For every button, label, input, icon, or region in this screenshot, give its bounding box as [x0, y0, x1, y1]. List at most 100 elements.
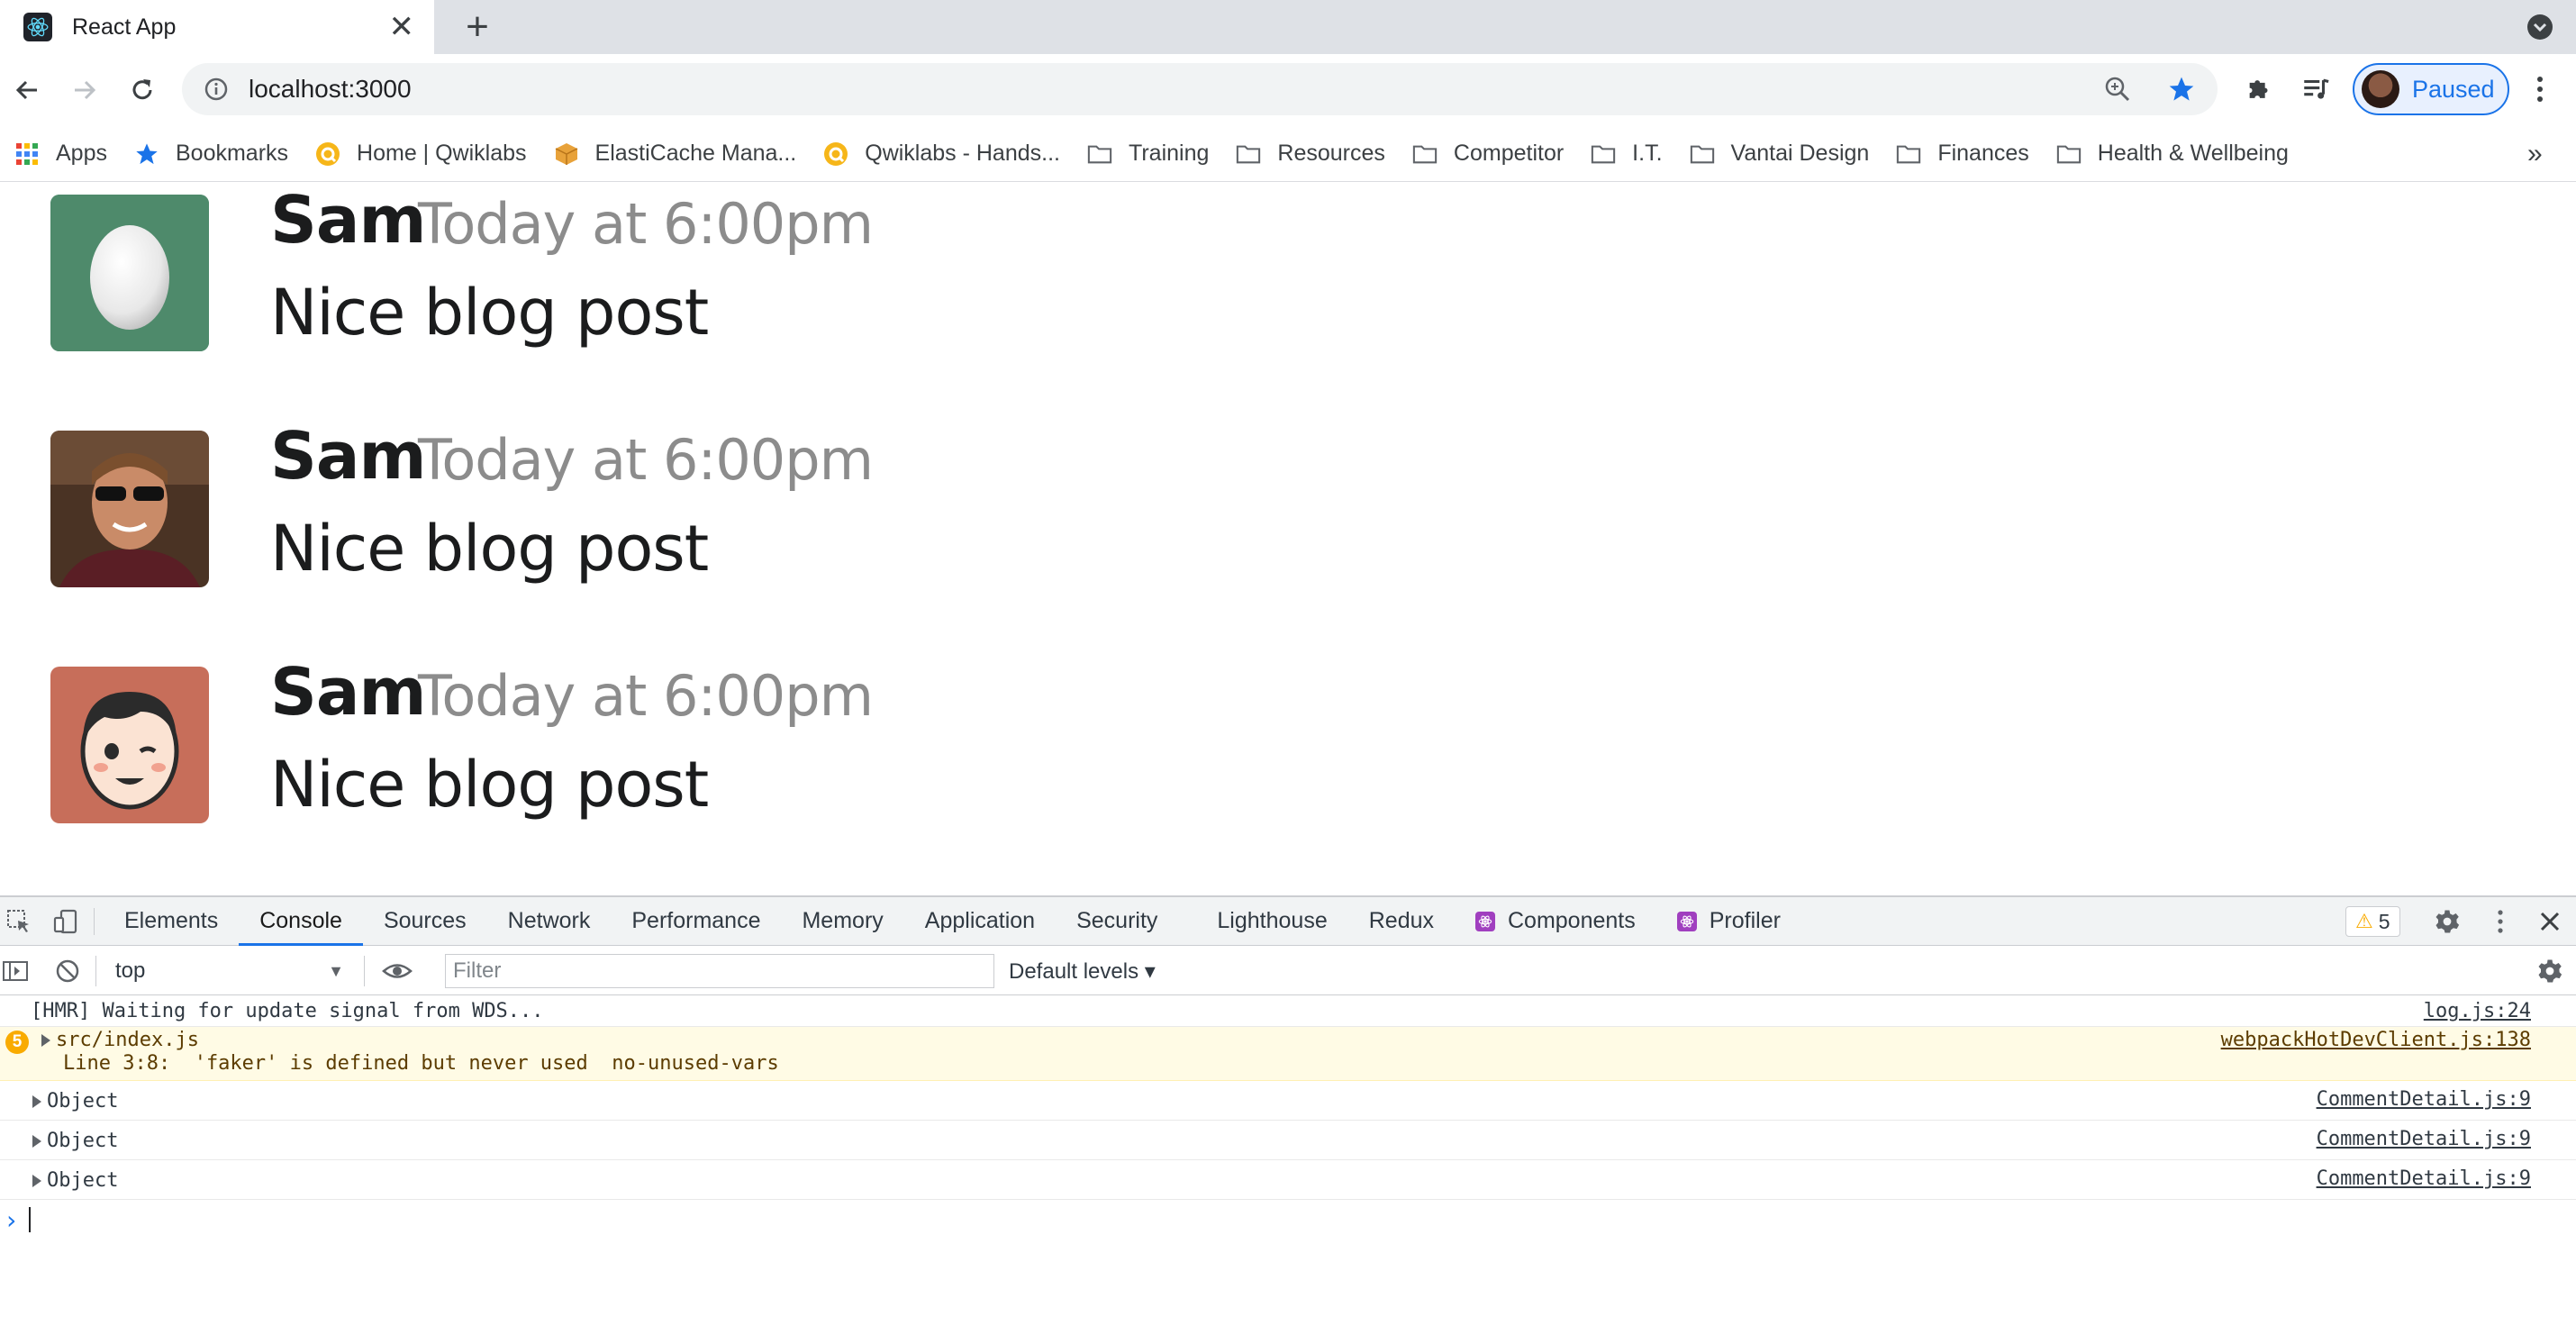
tab-memory[interactable]: Memory	[781, 897, 903, 946]
console-object-row: Object CommentDetail.js:9	[0, 1160, 2576, 1200]
bookmark-home-qwiklabs[interactable]: Home | Qwiklabs	[315, 141, 527, 167]
comment-date: Today at 6:00pm	[418, 427, 874, 493]
bookmark-folder-training[interactable]: Training	[1087, 141, 1209, 167]
bookmark-folder-it[interactable]: I.T.	[1591, 141, 1663, 167]
context-select[interactable]: top ▼	[104, 954, 355, 988]
aws-box-icon	[554, 141, 579, 167]
close-devtools-icon[interactable]	[2536, 908, 2563, 935]
folder-icon	[1591, 141, 1616, 167]
bookmark-apps[interactable]: Apps	[14, 141, 107, 167]
sidebar-toggle-icon[interactable]	[2, 958, 29, 985]
extensions-puzzle-icon[interactable]	[2245, 74, 2275, 104]
tab-application[interactable]: Application	[904, 897, 1056, 946]
url-text: localhost:3000	[249, 75, 412, 103]
warning-icon: ⚠	[2355, 910, 2373, 932]
bookmarks-overflow-button[interactable]: »	[2527, 126, 2543, 182]
folder-icon	[1412, 141, 1438, 167]
tab-console[interactable]: Console	[239, 897, 363, 946]
warning-count-badge: 5	[5, 1031, 29, 1054]
source-link[interactable]: CommentDetail.js:9	[2317, 1128, 2531, 1150]
avatar	[50, 195, 209, 351]
tab-title: React App	[72, 14, 177, 40]
bookmark-folder-health-wellbeing[interactable]: Health & Wellbeing	[2056, 141, 2289, 167]
browser-menu-icon[interactable]	[2531, 74, 2549, 104]
tab-performance[interactable]: Performance	[611, 897, 781, 946]
console-toolbar: top ▼ Default levels ▾	[0, 947, 2576, 995]
source-link[interactable]: webpackHotDevClient.js:138	[2221, 1029, 2531, 1051]
reload-icon[interactable]	[121, 68, 164, 112]
tab-sources[interactable]: Sources	[363, 897, 487, 946]
expand-arrow-icon[interactable]	[32, 1175, 41, 1187]
console-filter-input[interactable]	[445, 954, 994, 988]
expand-arrow-icon[interactable]	[32, 1135, 41, 1148]
react-devtools-icon	[1475, 911, 1495, 931]
avatar	[50, 431, 209, 587]
bookmark-star-icon[interactable]	[2167, 75, 2196, 104]
bookmark-qwiklabs-hands[interactable]: Qwiklabs - Hands...	[823, 141, 1060, 167]
star-icon	[134, 141, 159, 167]
zoom-icon[interactable]	[2104, 76, 2131, 103]
device-toolbar-icon[interactable]	[52, 908, 79, 935]
profile-status: Paused	[2412, 75, 2495, 103]
bookmark-folder-resources[interactable]: Resources	[1236, 141, 1385, 167]
log-levels-dropdown[interactable]: Default levels ▾	[1009, 954, 1156, 988]
person-photo-icon	[50, 431, 209, 587]
expand-arrow-icon[interactable]	[41, 1034, 50, 1047]
tab-search-icon[interactable]	[2522, 9, 2558, 45]
browser-tab[interactable]: React App ✕	[0, 0, 434, 54]
source-link[interactable]: CommentDetail.js:9	[2317, 1088, 2531, 1111]
tab-network[interactable]: Network	[487, 897, 612, 946]
comment-text: Nice blog post	[270, 276, 709, 350]
close-tab-icon[interactable]: ✕	[389, 12, 415, 42]
tab-security[interactable]: Security	[1056, 897, 1178, 946]
folder-icon	[1236, 141, 1261, 167]
comment-date: Today at 6:00pm	[418, 663, 874, 729]
inspect-element-icon[interactable]	[5, 908, 32, 935]
source-link[interactable]: CommentDetail.js:9	[2317, 1167, 2531, 1190]
media-queue-icon[interactable]	[2300, 74, 2331, 104]
profile-button[interactable]: Paused	[2353, 63, 2509, 115]
bookmark-elasticache[interactable]: ElastiCache Mana...	[554, 141, 796, 167]
console-input-caret[interactable]	[29, 1207, 31, 1232]
bookmark-folder-vantai-design[interactable]: Vantai Design	[1690, 141, 1869, 167]
warning-file: src/index.js	[56, 1029, 199, 1051]
tab-components[interactable]: Components	[1455, 897, 1656, 946]
site-info-icon[interactable]	[204, 77, 229, 102]
address-bar[interactable]: localhost:3000	[182, 63, 2218, 115]
browser-toolbar: localhost:3000 Paused	[0, 54, 2576, 126]
folder-icon	[1896, 141, 1921, 167]
comment-author[interactable]: Sam	[270, 182, 426, 258]
apps-grid-icon	[14, 141, 40, 167]
new-tab-button[interactable]: +	[456, 5, 499, 49]
comment: Sam Today at 6:00pm Nice blog post	[50, 418, 1131, 587]
dropdown-arrow-icon: ▼	[328, 961, 344, 980]
source-link[interactable]: log.js:24	[2424, 1000, 2531, 1022]
tab-lighthouse[interactable]: Lighthouse	[1196, 897, 1347, 946]
devtools-menu-icon[interactable]	[2493, 908, 2508, 935]
tab-strip: React App ✕ +	[0, 0, 2576, 54]
forward-arrow-icon[interactable]	[63, 68, 106, 112]
tab-redux[interactable]: Redux	[1348, 897, 1455, 946]
comment-author[interactable]: Sam	[270, 418, 426, 494]
comment-author[interactable]: Sam	[270, 654, 426, 730]
console-prompt-icon: ›	[4, 1205, 19, 1235]
bookmark-folder-competitor[interactable]: Competitor	[1412, 141, 1564, 167]
react-logo-icon	[23, 13, 52, 41]
comment-text: Nice blog post	[270, 512, 709, 586]
warnings-counter[interactable]: ⚠ 5	[2345, 906, 2400, 937]
console-warning: 5 src/index.js Line 3:8: 'faker' is defi…	[0, 1027, 2576, 1081]
expand-arrow-icon[interactable]	[32, 1095, 41, 1108]
folder-icon	[1690, 141, 1715, 167]
live-expression-eye-icon[interactable]	[382, 958, 413, 985]
bookmark-bookmarks[interactable]: Bookmarks	[134, 141, 288, 167]
back-arrow-icon[interactable]	[5, 68, 49, 112]
settings-gear-icon[interactable]	[2434, 908, 2461, 935]
console-message: [HMR] Waiting for update signal from WDS…	[0, 996, 2576, 1027]
clear-console-icon[interactable]	[54, 958, 81, 985]
console-settings-gear-icon[interactable]	[2536, 958, 2563, 985]
tab-profiler[interactable]: Profiler	[1656, 897, 1801, 946]
tab-elements[interactable]: Elements	[104, 897, 239, 946]
folder-icon	[2056, 141, 2082, 167]
bookmark-folder-finances[interactable]: Finances	[1896, 141, 2029, 167]
cartoon-face-icon	[50, 667, 209, 823]
